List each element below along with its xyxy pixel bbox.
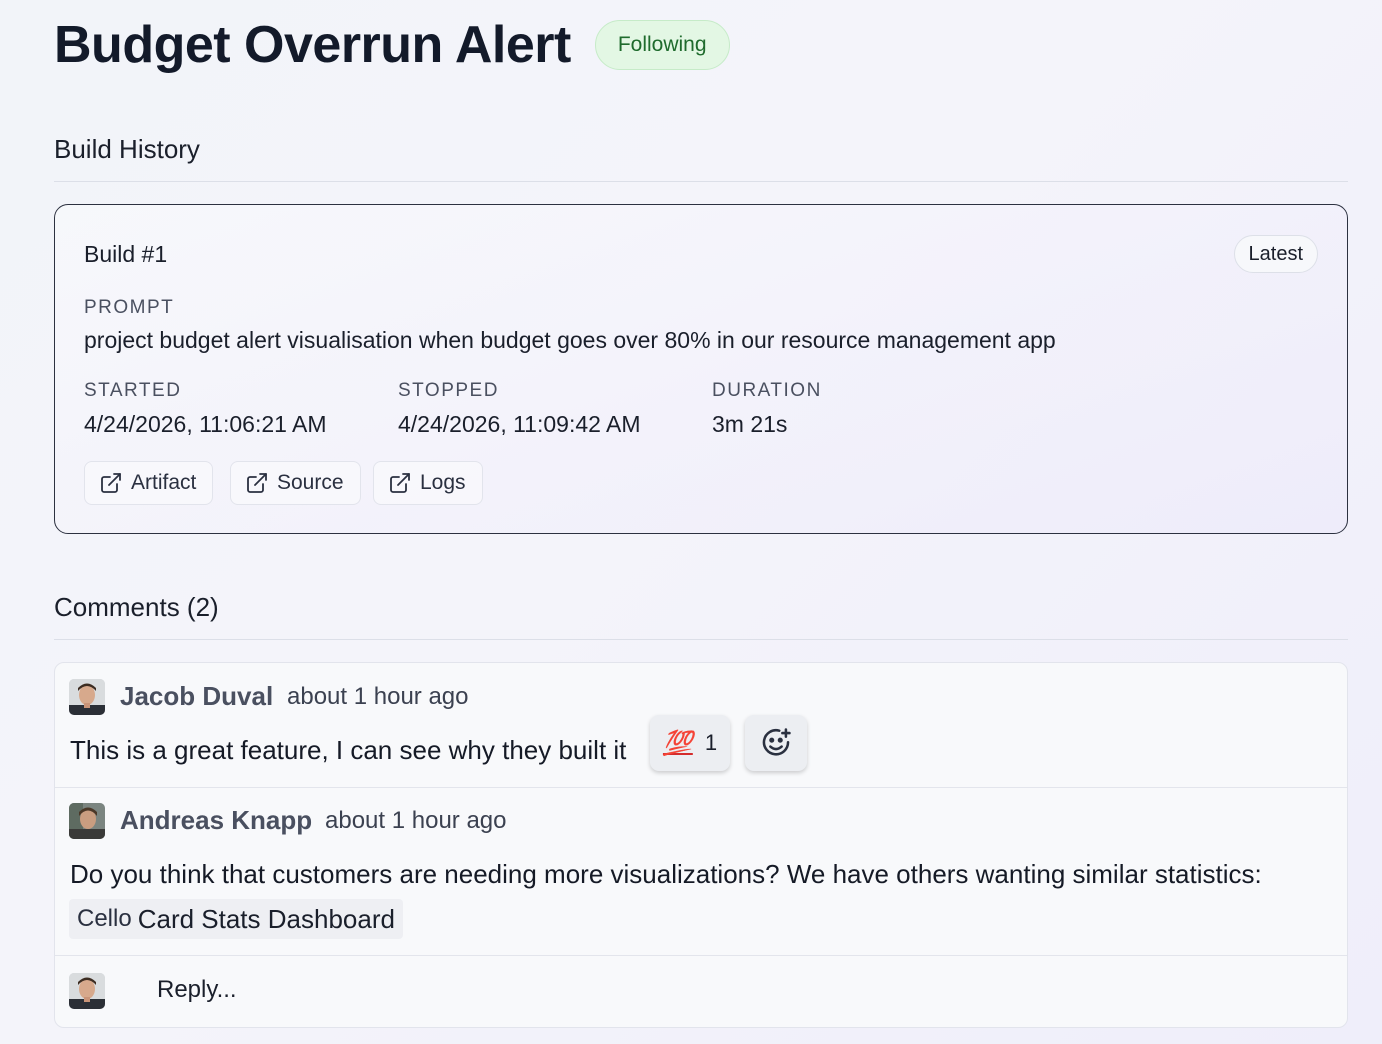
avatar bbox=[69, 679, 105, 715]
hundred-points-icon: 💯 bbox=[662, 729, 693, 757]
comment-author[interactable]: Andreas Knapp bbox=[120, 805, 312, 836]
avatar bbox=[69, 803, 105, 839]
divider bbox=[54, 639, 1348, 640]
prompt-text: project budget alert visualisation when … bbox=[84, 327, 1056, 353]
page-title: Budget Overrun Alert bbox=[54, 16, 571, 74]
latest-badge: Latest bbox=[1233, 235, 1318, 273]
page-header: Budget Overrun Alert Following bbox=[54, 14, 730, 76]
reaction-100-button[interactable]: 💯 1 bbox=[650, 715, 730, 771]
comment-body: Do you think that customers are needing … bbox=[70, 859, 1262, 889]
divider bbox=[54, 181, 1348, 182]
following-button[interactable]: Following bbox=[594, 20, 730, 70]
external-link-icon bbox=[247, 473, 267, 493]
link-brand: Cello bbox=[77, 905, 132, 932]
comment-item: Andreas Knapp about 1 hour ago Do you th… bbox=[55, 787, 1347, 955]
reaction-count: 1 bbox=[704, 730, 718, 755]
build-card: Build #1 Latest PROMPT project budget al… bbox=[54, 204, 1348, 534]
external-link-icon bbox=[390, 473, 410, 493]
avatar bbox=[69, 973, 105, 1009]
reply-input[interactable] bbox=[143, 965, 1323, 1015]
source-link-label: Source bbox=[277, 471, 344, 494]
artifact-link-label: Artifact bbox=[131, 471, 197, 494]
stopped-label: STOPPED bbox=[398, 380, 499, 401]
comment-time: about 1 hour ago bbox=[325, 807, 507, 834]
build-title: Build #1 bbox=[84, 241, 168, 267]
comments-list: Jacob Duval about 1 hour ago This is a g… bbox=[54, 662, 1348, 1028]
reply-row bbox=[55, 955, 1347, 1027]
link-title: Card Stats Dashboard bbox=[137, 903, 395, 934]
card-link-chip[interactable]: Cello Card Stats Dashboard bbox=[69, 899, 403, 939]
comments-heading: Comments (2) bbox=[54, 592, 219, 622]
comment-author[interactable]: Jacob Duval bbox=[120, 681, 273, 712]
build-history-heading: Build History bbox=[54, 134, 200, 164]
comment-body: This is a great feature, I can see why t… bbox=[70, 735, 627, 765]
duration-value: 3m 21s bbox=[712, 411, 788, 437]
logs-link-label: Logs bbox=[420, 471, 466, 494]
comment-item: Jacob Duval about 1 hour ago This is a g… bbox=[55, 663, 1347, 787]
started-value: 4/24/2026, 11:06:21 AM bbox=[84, 411, 327, 437]
stopped-value: 4/24/2026, 11:09:42 AM bbox=[398, 411, 641, 437]
source-link-button[interactable]: Source bbox=[230, 461, 361, 505]
duration-label: DURATION bbox=[712, 380, 822, 401]
external-link-icon bbox=[101, 473, 121, 493]
artifact-link-button[interactable]: Artifact bbox=[84, 461, 214, 505]
add-emoji-icon bbox=[762, 728, 791, 756]
started-label: STARTED bbox=[84, 380, 182, 401]
prompt-label: PROMPT bbox=[84, 297, 175, 318]
comment-time: about 1 hour ago bbox=[287, 683, 469, 710]
logs-link-button[interactable]: Logs bbox=[373, 461, 483, 505]
add-reaction-button[interactable] bbox=[745, 715, 807, 771]
